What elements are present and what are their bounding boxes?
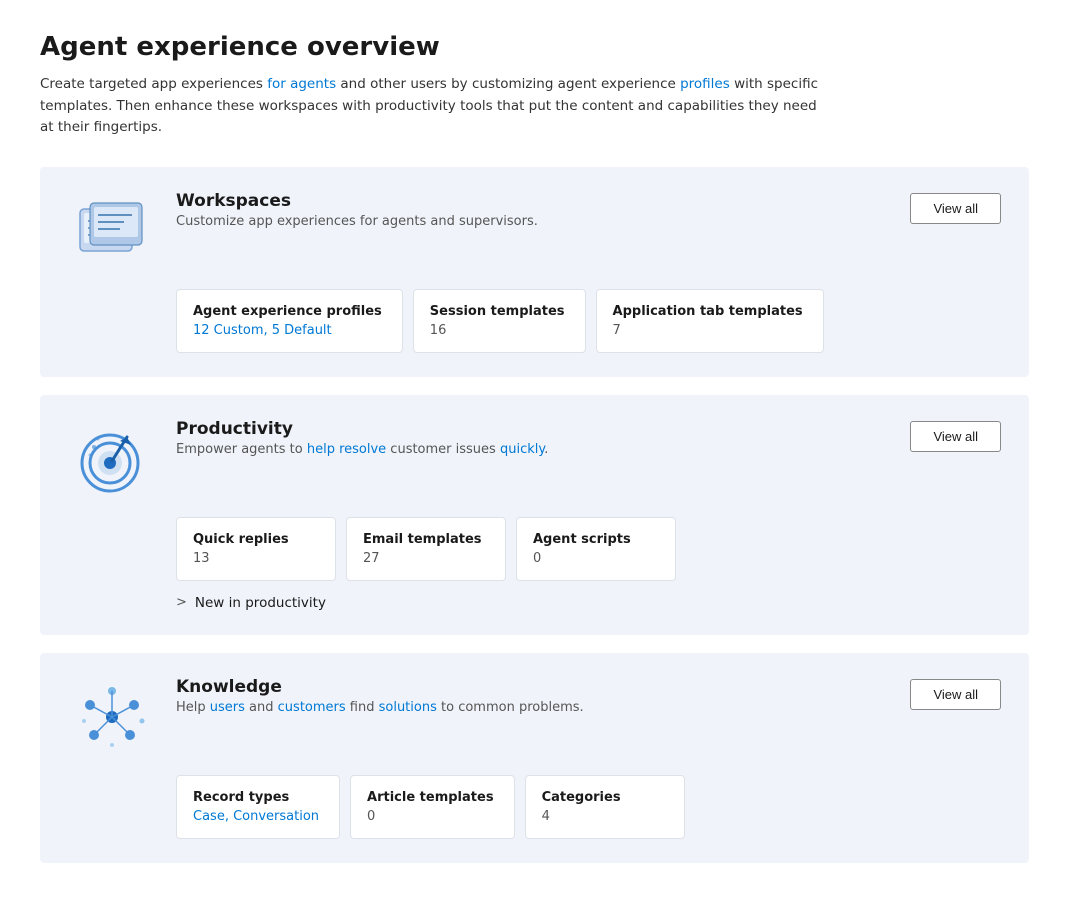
agent-experience-profiles-value: 12 Custom, 5 Default xyxy=(193,323,382,338)
categories-value: 4 xyxy=(542,809,664,824)
quick-replies-value: 13 xyxy=(193,551,315,566)
workspace-icon xyxy=(68,191,156,271)
chevron-right-icon: > xyxy=(176,595,187,610)
new-in-productivity-label: New in productivity xyxy=(195,595,326,611)
application-tab-templates-card[interactable]: Application tab templates 7 xyxy=(596,289,824,353)
categories-card[interactable]: Categories 4 xyxy=(525,775,685,839)
knowledge-title: Knowledge xyxy=(176,677,584,697)
email-templates-value: 27 xyxy=(363,551,485,566)
quick-replies-title: Quick replies xyxy=(193,532,315,547)
profiles-link[interactable]: profiles xyxy=(680,76,730,92)
productivity-subtitle: Empower agents to help resolve customer … xyxy=(176,442,548,457)
help-resolve-link[interactable]: help resolve xyxy=(307,442,386,457)
workspaces-view-all-button[interactable]: View all xyxy=(910,193,1001,224)
record-types-title: Record types xyxy=(193,790,319,805)
knowledge-header-left: Knowledge Help users and customers find … xyxy=(68,677,584,757)
knowledge-view-all-button[interactable]: View all xyxy=(910,679,1001,710)
email-templates-card[interactable]: Email templates 27 xyxy=(346,517,506,581)
users-link[interactable]: users xyxy=(210,700,245,715)
page-title: Agent experience overview xyxy=(40,32,1029,62)
productivity-header-left: Productivity Empower agents to help reso… xyxy=(68,419,548,499)
agent-scripts-card[interactable]: Agent scripts 0 xyxy=(516,517,676,581)
agent-experience-profiles-card[interactable]: Agent experience profiles 12 Custom, 5 D… xyxy=(176,289,403,353)
categories-title: Categories xyxy=(542,790,664,805)
productivity-title-block: Productivity Empower agents to help reso… xyxy=(176,419,548,457)
page-description: Create targeted app experiences for agen… xyxy=(40,74,820,139)
knowledge-header: Knowledge Help users and customers find … xyxy=(68,677,1001,757)
workspaces-section: Workspaces Customize app experiences for… xyxy=(40,167,1029,377)
record-types-value: Case, Conversation xyxy=(193,809,319,824)
session-templates-value: 16 xyxy=(430,323,565,338)
workspaces-header-left: Workspaces Customize app experiences for… xyxy=(68,191,538,271)
record-types-card[interactable]: Record types Case, Conversation xyxy=(176,775,340,839)
workspaces-header: Workspaces Customize app experiences for… xyxy=(68,191,1001,271)
new-in-productivity-link[interactable]: > New in productivity xyxy=(176,595,1001,611)
page-container: Agent experience overview Create targete… xyxy=(0,0,1069,913)
knowledge-subtitle: Help users and customers find solutions … xyxy=(176,700,584,715)
application-tab-templates-value: 7 xyxy=(613,323,803,338)
workspaces-cards: Agent experience profiles 12 Custom, 5 D… xyxy=(176,289,1001,353)
agent-scripts-value: 0 xyxy=(533,551,655,566)
agent-scripts-title: Agent scripts xyxy=(533,532,655,547)
knowledge-title-block: Knowledge Help users and customers find … xyxy=(176,677,584,715)
workspaces-subtitle: Customize app experiences for agents and… xyxy=(176,214,538,229)
for-agents-link[interactable]: for agents xyxy=(267,76,336,92)
session-templates-card[interactable]: Session templates 16 xyxy=(413,289,586,353)
session-templates-title: Session templates xyxy=(430,304,565,319)
agent-experience-profiles-title: Agent experience profiles xyxy=(193,304,382,319)
quickly-link[interactable]: quickly xyxy=(500,442,544,457)
productivity-view-all-button[interactable]: View all xyxy=(910,421,1001,452)
quick-replies-card[interactable]: Quick replies 13 xyxy=(176,517,336,581)
productivity-section: Productivity Empower agents to help reso… xyxy=(40,395,1029,635)
workspaces-title: Workspaces xyxy=(176,191,538,211)
productivity-header: Productivity Empower agents to help reso… xyxy=(68,419,1001,499)
productivity-icon xyxy=(68,419,156,499)
article-templates-title: Article templates xyxy=(367,790,494,805)
article-templates-value: 0 xyxy=(367,809,494,824)
email-templates-title: Email templates xyxy=(363,532,485,547)
productivity-cards: Quick replies 13 Email templates 27 Agen… xyxy=(176,517,1001,581)
knowledge-section: Knowledge Help users and customers find … xyxy=(40,653,1029,863)
application-tab-templates-title: Application tab templates xyxy=(613,304,803,319)
productivity-title: Productivity xyxy=(176,419,548,439)
knowledge-cards: Record types Case, Conversation Article … xyxy=(176,775,1001,839)
solutions-link[interactable]: solutions xyxy=(379,700,437,715)
workspaces-title-block: Workspaces Customize app experiences for… xyxy=(176,191,538,229)
customers-link[interactable]: customers xyxy=(278,700,346,715)
article-templates-card[interactable]: Article templates 0 xyxy=(350,775,515,839)
knowledge-icon xyxy=(68,677,156,757)
